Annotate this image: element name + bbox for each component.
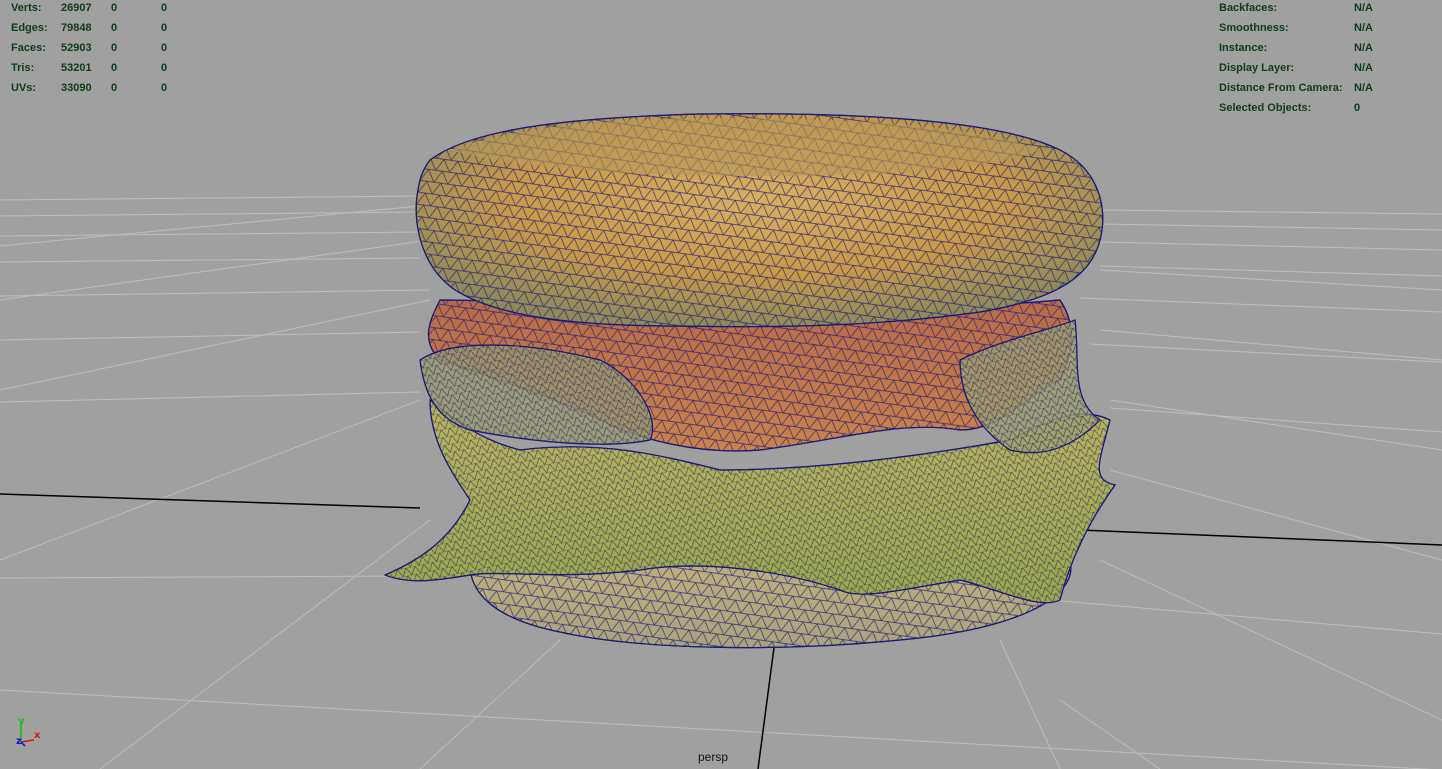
hud-info-row: Backfaces: N/A [0,0,1373,18]
hud-info-label: Distance From Camera: [1219,82,1343,94]
hud-info-label: Smoothness: [1219,22,1289,34]
hud-info-label: Display Layer: [1219,62,1295,74]
hud-info-value: N/A [1354,22,1373,34]
hud-info-value: N/A [1354,82,1373,94]
hud-info-label: Backfaces: [1219,2,1278,14]
hud-info-value: N/A [1354,42,1373,54]
hud-info-row: Smoothness: N/A [0,18,1373,38]
axis-z-label: z [16,736,22,747]
hud-info-value: N/A [1354,2,1373,14]
camera-name-label: persp [698,750,729,764]
hud-info-label: Selected Objects: [1219,102,1312,114]
perspective-viewport[interactable]: Verts: 26907 0 0 Edges: 79848 0 0 Faces: 52903 0 0 T… [0,0,1442,769]
hud-info-label: Instance: [1219,42,1268,54]
axis-gizmo: y x z [12,716,48,752]
hud-info-row: Display Layer: N/A [0,58,1373,78]
burger-mesh [383,113,1117,649]
hud-info-value: N/A [1354,62,1373,74]
hud-info-value: 0 [1354,102,1361,114]
hud-info-row: Selected Objects: 0 [0,98,1360,118]
hud-info-row: Instance: N/A [0,38,1373,58]
axis-x-label: x [34,730,41,741]
axis-y-label: y [18,716,25,727]
hud-info-row: Distance From Camera: N/A [0,78,1373,98]
